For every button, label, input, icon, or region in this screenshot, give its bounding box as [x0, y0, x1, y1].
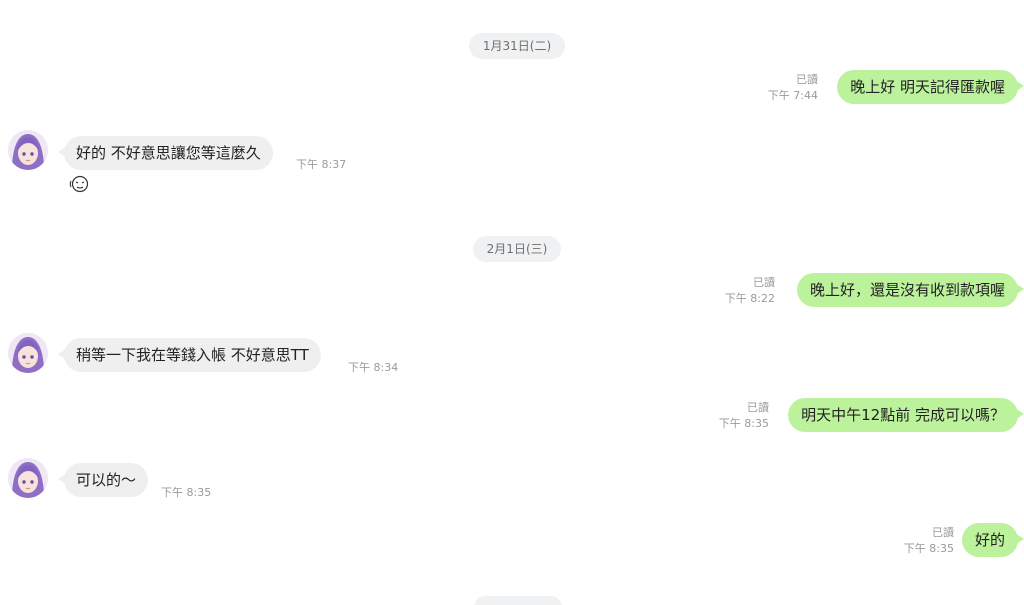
- date-separator: 1月31日(二): [0, 33, 1024, 59]
- message-row-incoming: 好的 不好意思讓您等這麼久 下午 8:37: [0, 130, 1024, 200]
- message-meta: 已讀 下午 8:35: [719, 400, 769, 432]
- message-row-outgoing: 已讀 下午 8:35 明天中午12點前 完成可以嗎？: [0, 398, 1024, 432]
- timestamp: 下午 8:37: [296, 158, 347, 171]
- message-bubble[interactable]: 可以的～: [57, 463, 149, 497]
- read-receipt: 已讀: [753, 276, 775, 289]
- message-bubble[interactable]: 好的: [961, 523, 1024, 557]
- message-bubble[interactable]: 稍等一下我在等錢入帳 不好意思TT: [58, 338, 321, 372]
- avatar[interactable]: [8, 458, 48, 498]
- timestamp: 下午 8:34: [348, 361, 399, 374]
- avatar[interactable]: [8, 333, 48, 373]
- message-row-incoming: 可以的～ 下午 8:35: [0, 458, 1024, 500]
- read-receipt: 已讀: [796, 73, 818, 86]
- message-row-outgoing: 已讀 下午 8:22 晚上好，還是沒有收到款項喔: [0, 273, 1024, 307]
- date-label: 1月31日(二): [468, 33, 566, 59]
- timestamp: 下午 8:35: [903, 542, 954, 555]
- date-separator-partial: [474, 596, 562, 605]
- message-row-incoming: 稍等一下我在等錢入帳 不好意思TT 下午 8:34: [0, 333, 1024, 375]
- chat-window[interactable]: 1月31日(二) 已讀 下午 7:44 晚上好 明天記得匯款喔 好的 不好意思讓…: [0, 0, 1024, 605]
- date-separator: 2月1日(三): [0, 236, 1024, 262]
- message-bubble[interactable]: 明天中午12點前 完成可以嗎？: [788, 398, 1024, 432]
- timestamp: 下午 7:44: [767, 89, 818, 102]
- timestamp: 下午 8:35: [161, 486, 212, 499]
- message-bubble[interactable]: 晚上好 明天記得匯款喔: [837, 70, 1024, 104]
- message-meta: 已讀 下午 8:35: [904, 525, 954, 557]
- read-receipt: 已讀: [747, 401, 769, 414]
- timestamp: 下午 8:35: [718, 417, 769, 430]
- message-meta: 已讀 下午 8:22: [725, 275, 775, 307]
- read-receipt: 已讀: [932, 526, 954, 539]
- date-label: 2月1日(三): [472, 236, 562, 262]
- timestamp: 下午 8:22: [724, 292, 775, 305]
- avatar-image: [8, 130, 48, 170]
- message-bubble[interactable]: 好的 不好意思讓您等這麼久: [58, 136, 273, 170]
- message-meta: 已讀 下午 7:44: [768, 72, 818, 104]
- message-row-outgoing: 已讀 下午 7:44 晚上好 明天記得匯款喔: [0, 70, 1024, 104]
- avatar-image: [8, 333, 48, 373]
- avatar[interactable]: [8, 130, 48, 170]
- avatar-image: [8, 458, 48, 498]
- message-bubble[interactable]: 晚上好，還是沒有收到款項喔: [796, 273, 1024, 307]
- message-row-outgoing: 已讀 下午 8:35 好的: [0, 523, 1024, 557]
- embarrassed-face-icon: [69, 175, 89, 193]
